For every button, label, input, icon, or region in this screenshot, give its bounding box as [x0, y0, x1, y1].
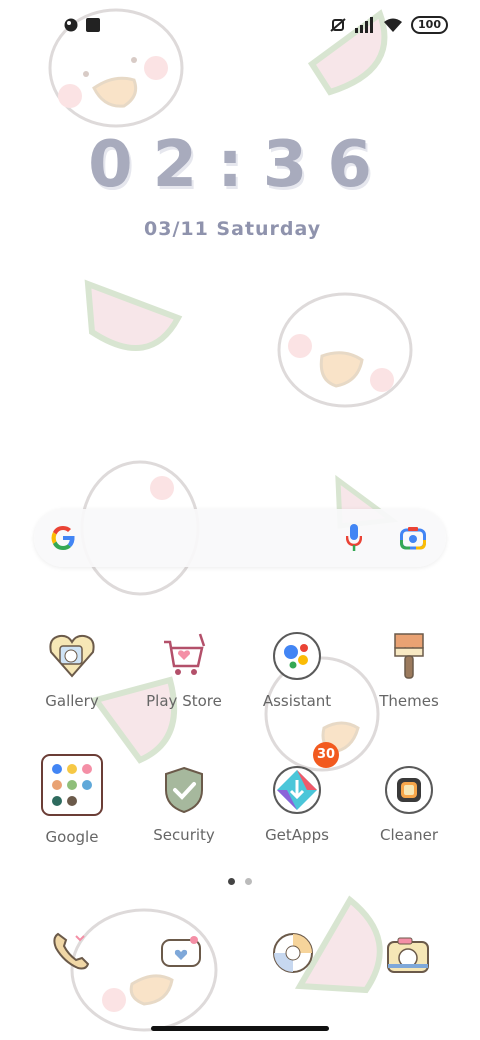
mic-icon[interactable] — [346, 524, 362, 552]
battery-icon: 100 — [411, 16, 448, 34]
messages-icon — [161, 936, 201, 967]
page-dot — [245, 878, 252, 885]
notification-icon — [64, 18, 78, 32]
notification-badge: 30 — [313, 742, 339, 768]
mute-icon — [330, 18, 346, 32]
app-security[interactable]: Security — [134, 764, 234, 844]
app-label: Gallery — [45, 692, 99, 710]
app-themes[interactable]: Themes — [359, 630, 459, 710]
dock-phone[interactable] — [50, 930, 92, 976]
lens-icon[interactable] — [400, 526, 426, 550]
wallpaper-watermelon — [84, 279, 183, 351]
google-search-bar[interactable] — [34, 509, 446, 567]
status-bar-left — [64, 18, 100, 32]
signal-icon — [355, 17, 374, 33]
app-cleaner[interactable]: Cleaner — [359, 764, 459, 844]
status-bar-right: 100 — [329, 16, 448, 34]
dock-camera[interactable] — [386, 936, 430, 978]
clock-date[interactable]: 03/11 Saturday — [144, 218, 321, 240]
home-indicator[interactable] — [151, 1026, 329, 1031]
app-gallery[interactable]: Gallery — [22, 630, 122, 710]
folder-icon — [41, 754, 103, 816]
dock-messages[interactable] — [160, 934, 204, 976]
camera-icon — [387, 937, 429, 973]
phone-icon — [53, 932, 90, 970]
app-label: Cleaner — [380, 826, 438, 844]
getapps-icon — [271, 764, 323, 816]
folder-google[interactable]: Google — [22, 754, 122, 846]
page-indicator — [228, 878, 252, 885]
clock-time[interactable]: 02:36 — [0, 128, 480, 202]
wifi-icon — [384, 18, 403, 32]
shield-icon — [158, 764, 210, 816]
app-label: Play Store — [146, 692, 222, 710]
app-getapps[interactable]: 30 GetApps — [247, 742, 347, 844]
shopping-cart-icon — [158, 630, 210, 682]
gallery-icon — [46, 630, 98, 682]
app-play-store[interactable]: Play Store — [134, 630, 234, 710]
paintbrush-icon — [383, 630, 435, 682]
app-assistant[interactable]: Assistant — [247, 630, 347, 710]
cleaner-icon — [383, 764, 435, 816]
page-dot-active — [228, 878, 235, 885]
square-icon — [86, 18, 100, 32]
wallpaper-duck — [277, 292, 413, 408]
browser-icon — [273, 933, 313, 973]
app-label: Google — [45, 828, 99, 846]
app-label: GetApps — [265, 826, 329, 844]
dock-browser[interactable] — [272, 932, 314, 978]
google-logo — [51, 526, 75, 550]
assistant-icon — [271, 630, 323, 682]
app-label: Assistant — [262, 692, 332, 710]
app-label: Security — [153, 826, 215, 844]
app-label: Themes — [379, 692, 439, 710]
